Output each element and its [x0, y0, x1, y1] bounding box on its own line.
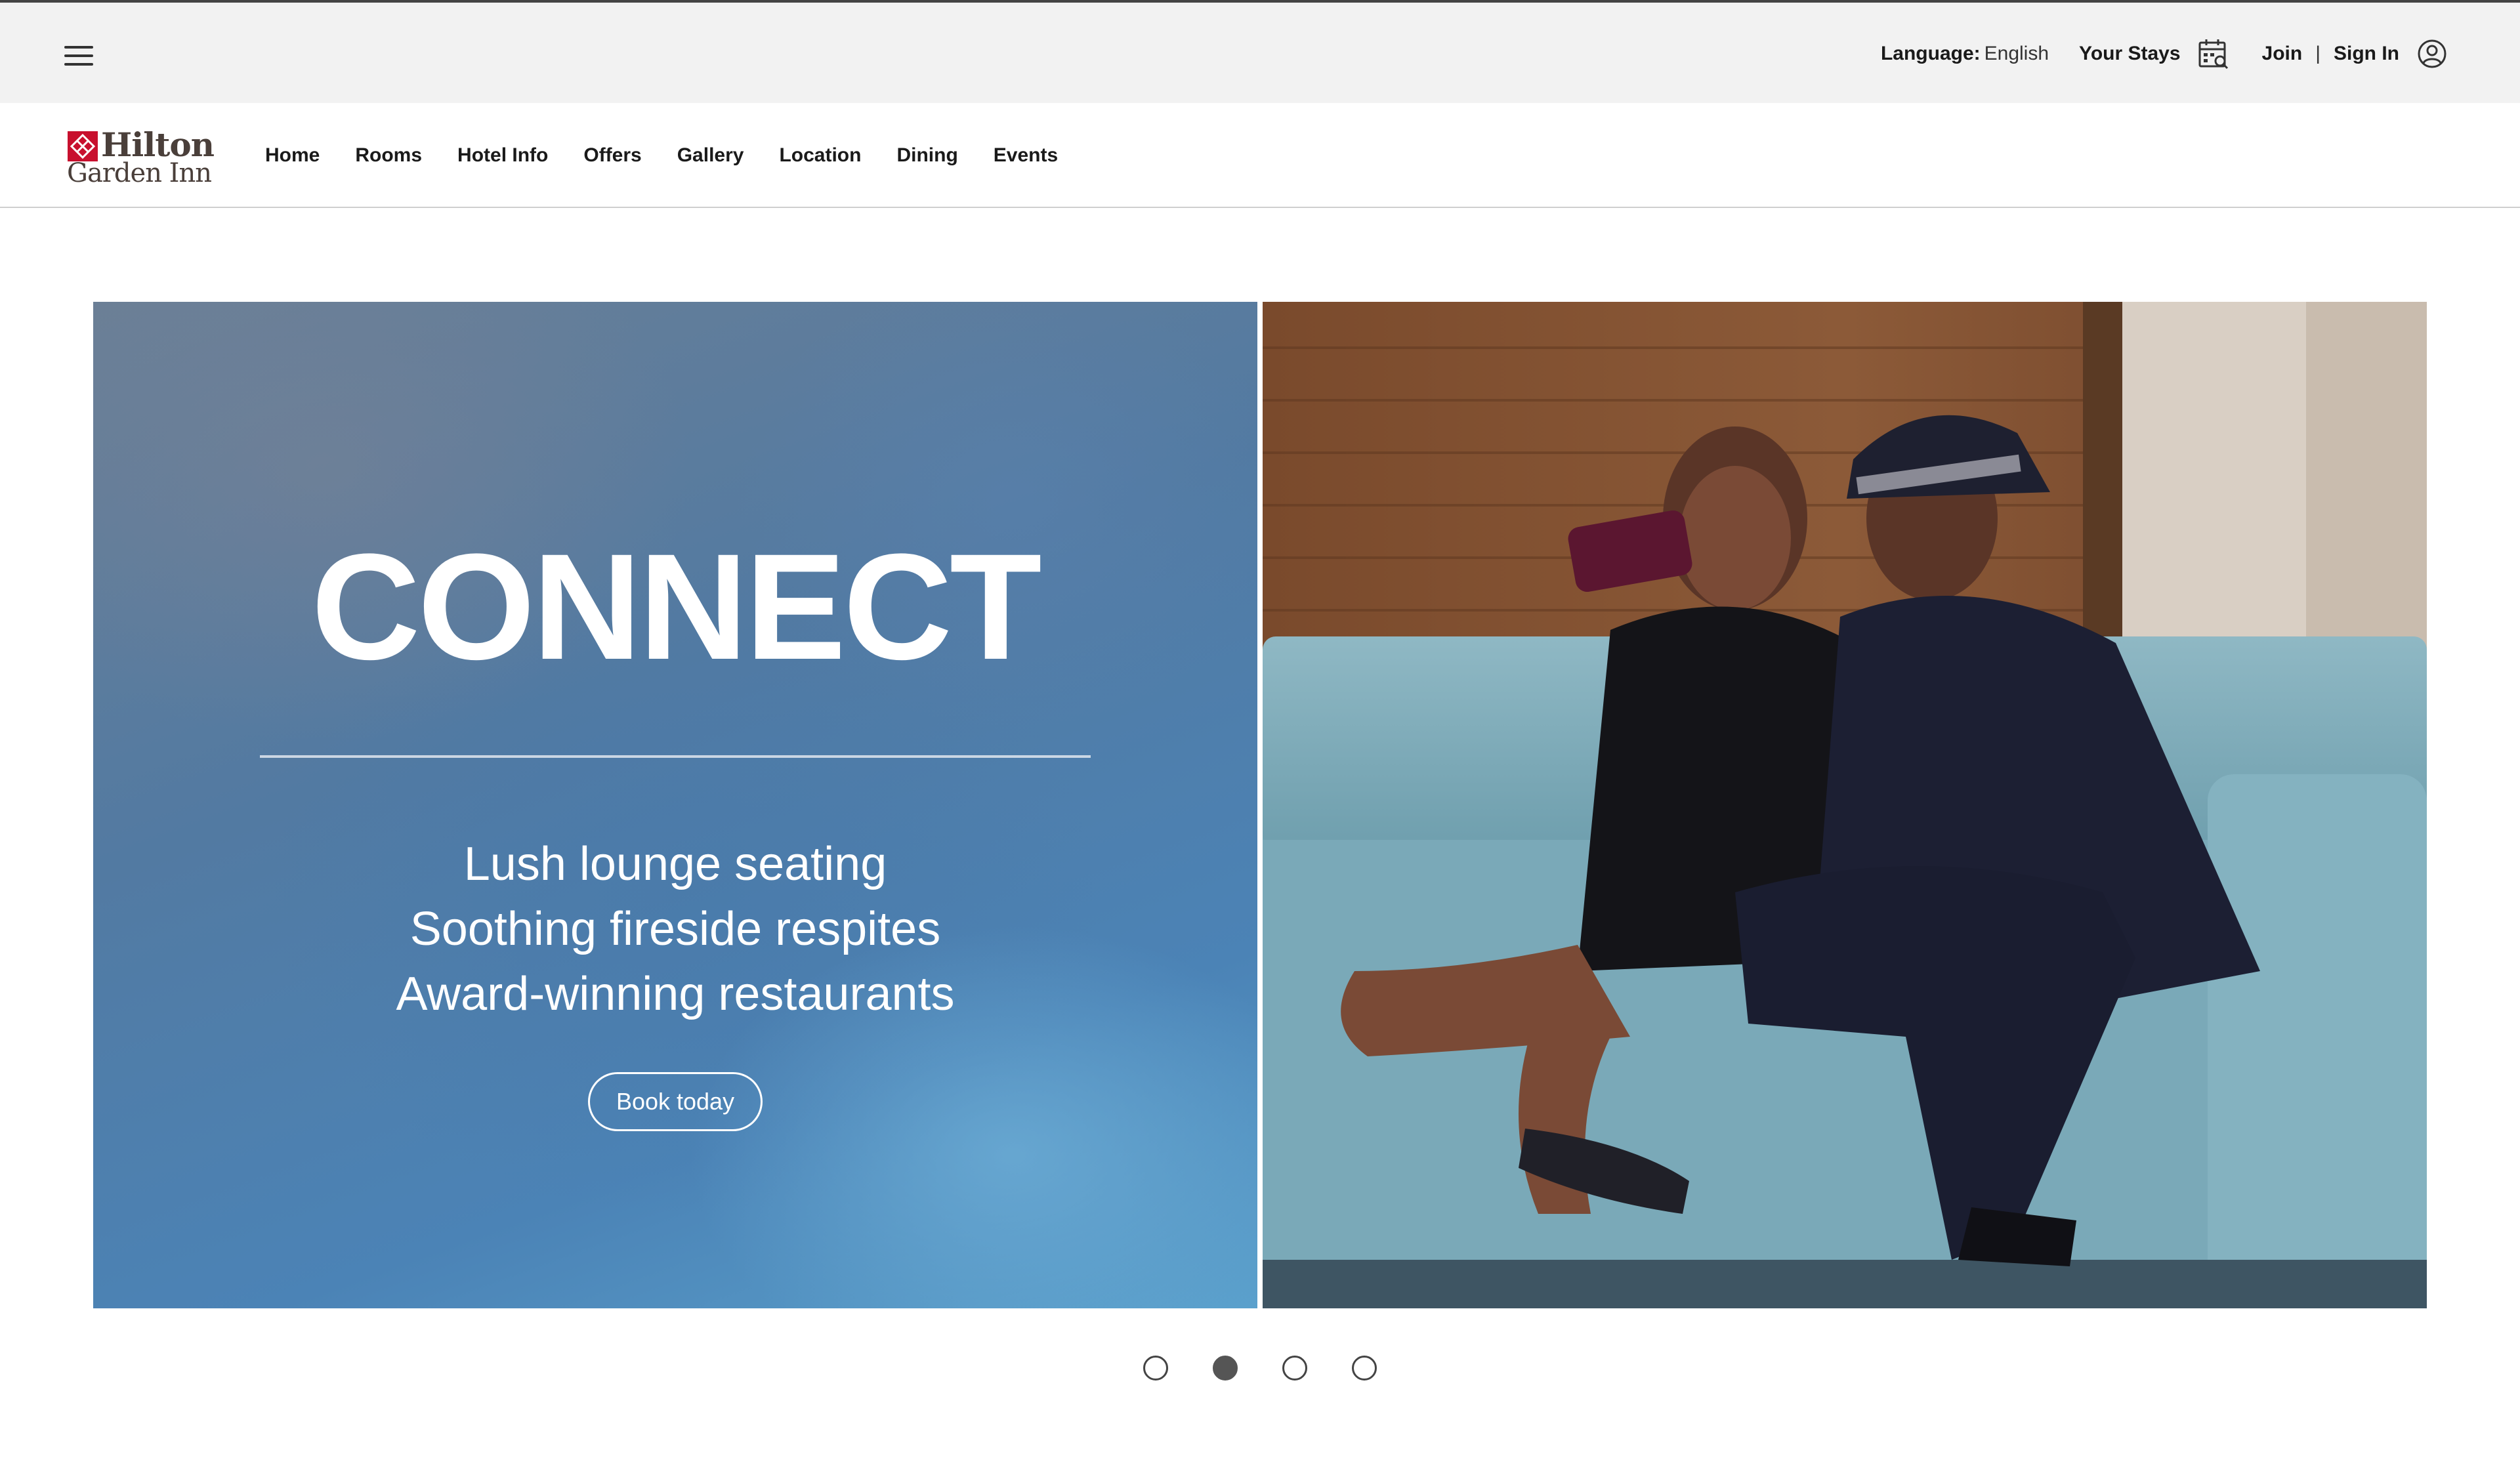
hero-divider	[260, 755, 1091, 758]
hero-photo-couple-selfie	[1263, 302, 2427, 1308]
hamburger-menu-icon[interactable]	[64, 46, 93, 66]
utility-links: Language: English Your Stays Join | Sign…	[1881, 34, 2448, 73]
nav-dining[interactable]: Dining	[896, 144, 957, 167]
hero-feature-list: Lush lounge seating Soothing fireside re…	[93, 832, 1257, 1027]
hilton-logo-mark-icon	[68, 131, 98, 161]
join-link[interactable]: Join	[2262, 43, 2303, 65]
carousel-dot-3[interactable]	[1282, 1356, 1307, 1381]
page: Language: English Your Stays Join | Sign…	[0, 0, 2520, 1475]
language-value: English	[1984, 43, 2049, 64]
carousel-pagination	[0, 1356, 2520, 1381]
utility-bar: Language: English Your Stays Join | Sign…	[0, 0, 2520, 103]
hero-feature-line: Soothing fireside respites	[410, 903, 941, 955]
language-label: Language:	[1880, 43, 1981, 64]
nav-offers[interactable]: Offers	[583, 144, 641, 167]
nav-events[interactable]: Events	[994, 144, 1058, 167]
book-today-button[interactable]: Book today	[588, 1072, 763, 1131]
carousel-dot-4[interactable]	[1352, 1356, 1377, 1381]
hilton-garden-inn-logo[interactable]: Hilton Garden Inn	[66, 125, 233, 188]
user-account-icon[interactable]	[2416, 38, 2448, 70]
language-selector[interactable]: Language: English	[1881, 43, 2049, 65]
sign-in-link[interactable]: Sign In	[2334, 43, 2399, 65]
hero-feature-line: Lush lounge seating	[463, 838, 887, 890]
main-nav: Hilton Garden Inn Home Rooms Hotel Info …	[0, 103, 2520, 208]
hero-text-panel: CONNECT Lush lounge seating Soothing fir…	[93, 302, 1257, 1308]
hero-carousel-slide: CONNECT Lush lounge seating Soothing fir…	[93, 302, 2427, 1308]
calendar-search-icon	[2198, 39, 2228, 70]
nav-hotel-info[interactable]: Hotel Info	[457, 144, 548, 167]
hero-title: CONNECT	[311, 522, 1041, 691]
nav-links: Home Rooms Hotel Info Offers Gallery Loc…	[265, 103, 1093, 208]
nav-rooms[interactable]: Rooms	[355, 144, 422, 167]
your-stays-label: Your Stays	[2079, 43, 2181, 64]
nav-location[interactable]: Location	[779, 144, 861, 167]
join-signin-divider: |	[2315, 43, 2320, 64]
your-stays-link[interactable]: Your Stays	[2079, 37, 2229, 70]
hero-feature-line: Award-winning restaurants	[396, 968, 955, 1020]
nav-gallery[interactable]: Gallery	[677, 144, 744, 167]
carousel-dot-2-active[interactable]	[1213, 1356, 1238, 1381]
nav-home[interactable]: Home	[265, 144, 320, 167]
carousel-dot-1[interactable]	[1143, 1356, 1168, 1381]
logo-text-garden-inn: Garden Inn	[67, 158, 212, 188]
